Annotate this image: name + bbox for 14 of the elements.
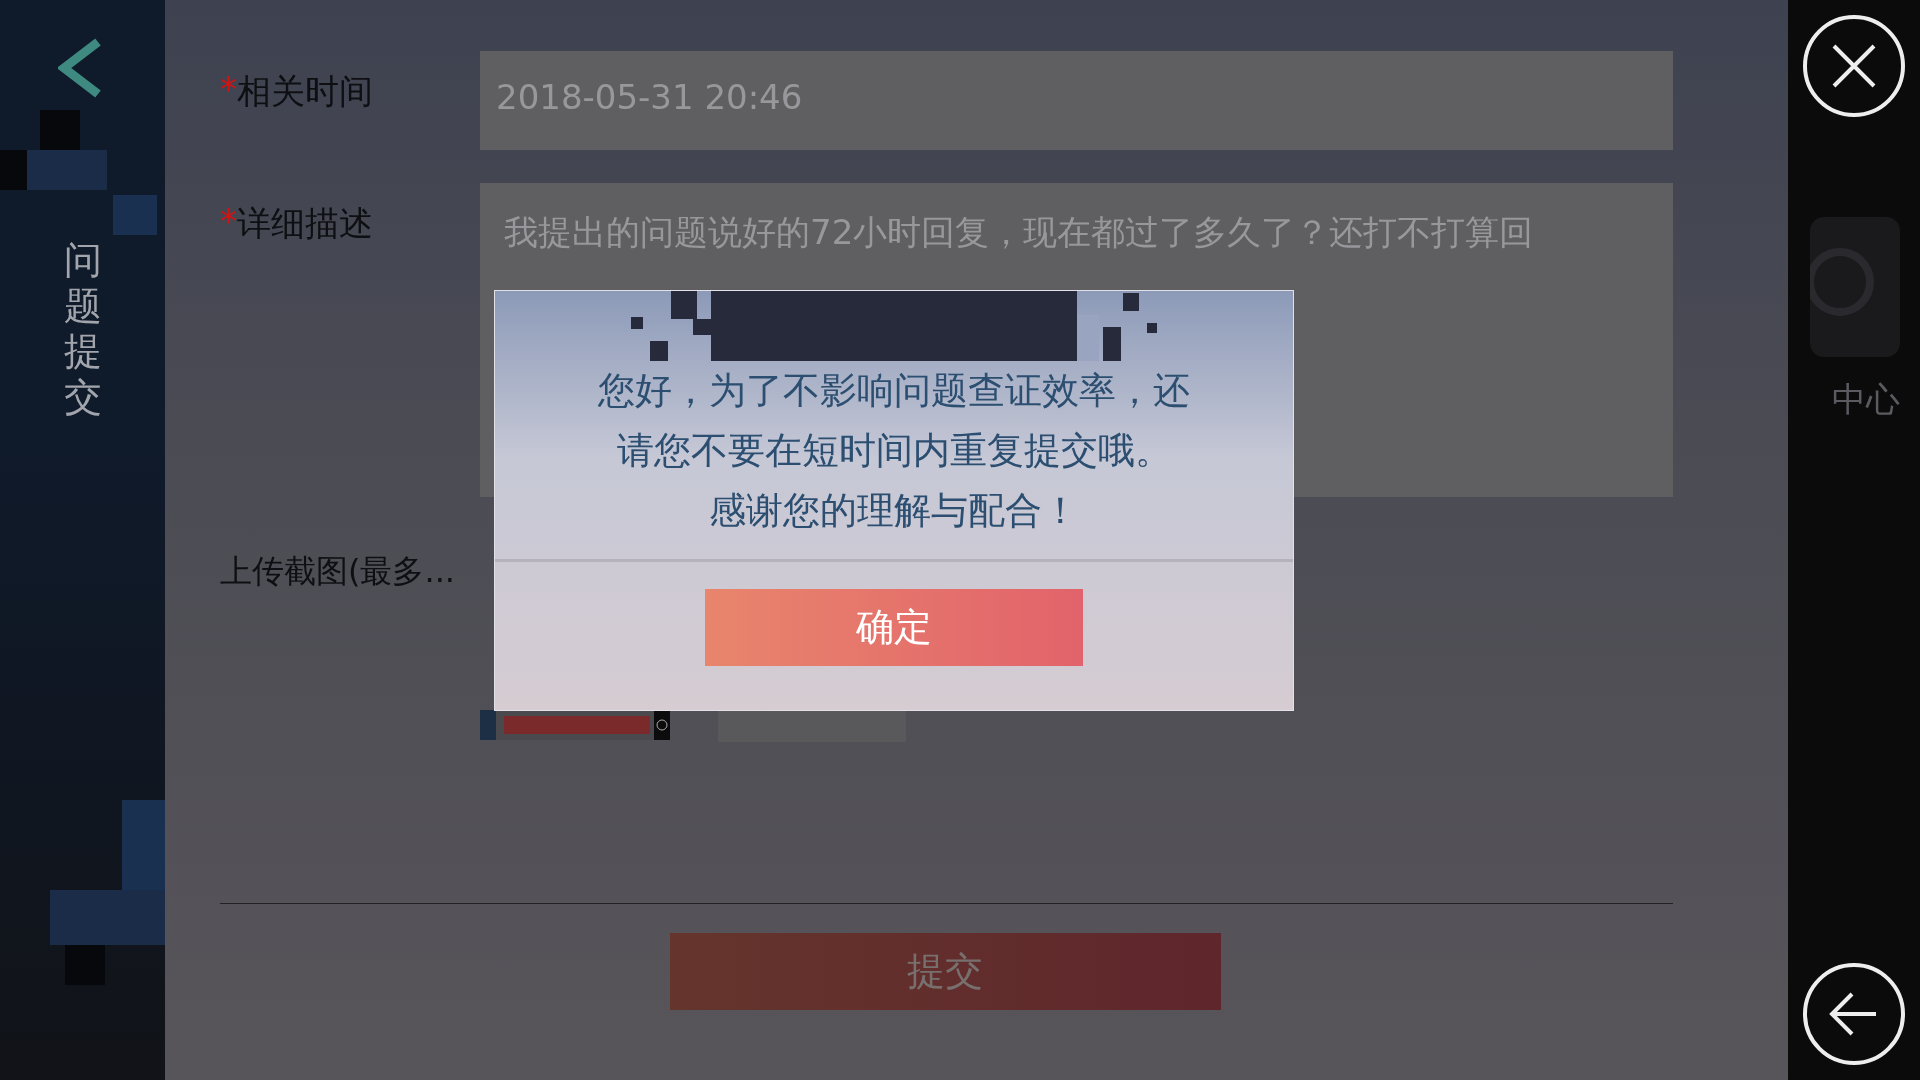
time-field[interactable]: 2018-05-31 20:46 <box>480 51 1673 150</box>
submit-button[interactable]: 提交 <box>669 933 1221 1010</box>
field-label: 相关时间 <box>237 70 373 113</box>
confirm-button[interactable]: 确定 <box>705 589 1083 666</box>
back-icon[interactable] <box>1802 962 1906 1066</box>
close-icon[interactable] <box>1802 14 1906 118</box>
add-image-slot[interactable] <box>718 710 906 742</box>
service-center-label[interactable]: 中心 <box>1832 377 1900 423</box>
field-label: 详细描述 <box>237 202 373 245</box>
upload-label: 上传截图(最多... <box>220 551 456 592</box>
required-asterisk: * <box>220 69 237 109</box>
page-title: 问题提交 <box>63 238 102 421</box>
back-chevron-icon[interactable] <box>57 38 102 98</box>
required-asterisk: * <box>220 201 237 241</box>
